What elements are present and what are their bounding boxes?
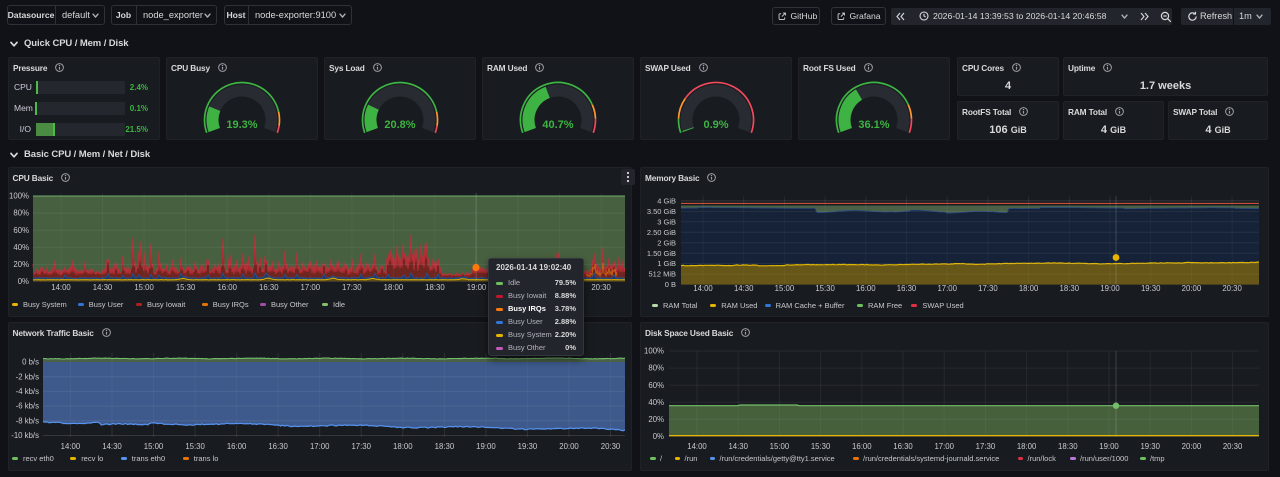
svg-text:14:30: 14:30 [102,442,122,451]
svg-text:15:00: 15:00 [144,442,164,451]
svg-text:15:00: 15:00 [770,442,790,451]
svg-text:20:00: 20:00 [1182,442,1202,451]
svg-text:20%: 20% [648,415,664,424]
svg-text:19:00: 19:00 [1099,442,1119,451]
svg-text:100%: 100% [644,347,664,356]
svg-text:19:30: 19:30 [518,442,538,451]
svg-text:18:30: 18:30 [435,442,455,451]
svg-text:16:30: 16:30 [893,442,913,451]
svg-text:17:30: 17:30 [351,442,371,451]
svg-text:-6 kb/s: -6 kb/s [16,402,39,411]
svg-text:15:30: 15:30 [811,442,831,451]
svg-text:16:00: 16:00 [227,442,247,451]
svg-text:15:30: 15:30 [185,442,205,451]
svg-text:20:30: 20:30 [1223,442,1243,451]
svg-text:-4 kb/s: -4 kb/s [16,387,39,396]
svg-text:18:30: 18:30 [1058,442,1078,451]
svg-text:80%: 80% [648,364,664,373]
svg-text:14:00: 14:00 [61,442,81,451]
svg-text:60%: 60% [648,381,664,390]
svg-text:0%: 0% [653,432,664,441]
svg-text:19:00: 19:00 [476,442,496,451]
svg-text:14:30: 14:30 [728,442,748,451]
svg-text:20:30: 20:30 [601,442,621,451]
svg-text:17:00: 17:00 [310,442,330,451]
svg-text:-10 kb/s: -10 kb/s [11,431,39,440]
svg-text:40%: 40% [648,398,664,407]
svg-text:17:30: 17:30 [976,442,996,451]
svg-text:18:00: 18:00 [1017,442,1037,451]
svg-text:-8 kb/s: -8 kb/s [16,416,39,425]
svg-text:17:00: 17:00 [934,442,954,451]
svg-text:18:00: 18:00 [393,442,413,451]
svg-text:14:00: 14:00 [687,442,707,451]
svg-text:16:30: 16:30 [268,442,288,451]
svg-text:-2 kb/s: -2 kb/s [16,372,39,381]
svg-text:20:00: 20:00 [559,442,579,451]
svg-text:16:00: 16:00 [852,442,872,451]
svg-text:0 b/s: 0 b/s [22,358,39,367]
svg-text:19:30: 19:30 [1140,442,1160,451]
